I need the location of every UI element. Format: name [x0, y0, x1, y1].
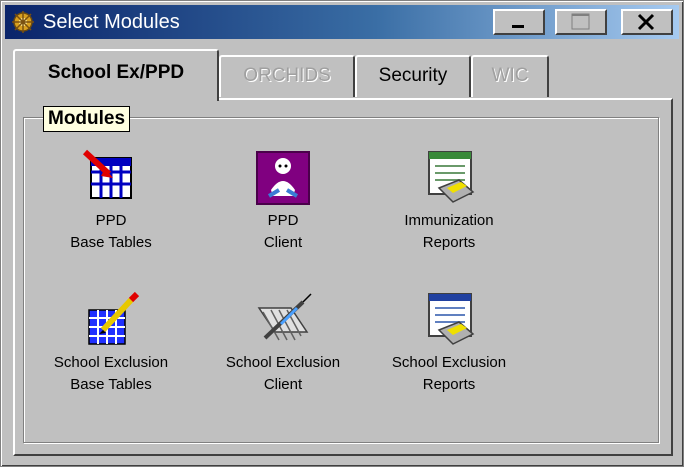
close-button[interactable] [621, 9, 673, 35]
module-immunization-reports[interactable]: Immunization Reports [374, 146, 524, 254]
tab-strip: School Ex/PPD ORCHIDS Security WIC [13, 49, 673, 101]
tab-label: ORCHIDS [243, 65, 331, 86]
maximize-icon [571, 13, 590, 30]
module-label-line2: Base Tables [70, 234, 152, 251]
module-label-line1: School Exclusion [391, 354, 507, 371]
tab-panel: Modules PPD Base Tables PPD Client Immun… [13, 98, 673, 456]
select-modules-window: Select Modules School Ex/PPD ORCHIDS Sec… [0, 0, 684, 467]
maximize-button[interactable] [555, 9, 607, 35]
module-label-line1: PPD [95, 212, 127, 229]
module-ppd-client[interactable]: PPD Client [208, 146, 358, 254]
title-bar[interactable]: Select Modules [5, 5, 679, 39]
module-school-exclusion-base-tables[interactable]: School Exclusion Base Tables [36, 288, 186, 396]
tab-label: Security [378, 65, 448, 86]
module-label-line2: Base Tables [70, 376, 152, 393]
tab-school-ex-ppd[interactable]: School Ex/PPD [13, 49, 219, 101]
minimize-button[interactable] [493, 9, 545, 35]
app-icon [12, 11, 34, 33]
module-label-line1: Immunization [404, 212, 494, 229]
report-printer-icon [428, 293, 475, 345]
module-label-line1: School Exclusion [225, 354, 341, 371]
table-edit-icon [82, 149, 132, 199]
modules-groupbox: PPD Base Tables PPD Client Immunization … [23, 117, 659, 443]
tab-security[interactable]: Security [355, 55, 471, 97]
module-label-line2: Reports [422, 234, 476, 251]
report-printer-icon [428, 151, 475, 203]
module-label-line2: Client [263, 234, 303, 251]
module-ppd-base-tables[interactable]: PPD Base Tables [36, 146, 186, 254]
tab-wic[interactable]: WIC [471, 55, 549, 97]
minimize-icon [512, 25, 524, 28]
grid-pencil-icon [88, 291, 140, 345]
tab-orchids[interactable]: ORCHIDS [219, 55, 355, 97]
close-icon [637, 13, 655, 31]
window-title: Select Modules [43, 11, 180, 33]
module-label-line2: Reports [422, 376, 476, 393]
modules-group-label: Modules [43, 106, 131, 132]
module-school-exclusion-reports[interactable]: School Exclusion Reports [374, 288, 524, 396]
module-label-line1: School Exclusion [53, 354, 169, 371]
syringe-client-icon [257, 293, 312, 341]
module-label-line1: PPD [267, 212, 299, 229]
tab-label: WIC [491, 65, 529, 86]
module-label-line2: Client [263, 376, 303, 393]
tab-label: School Ex/PPD [47, 62, 185, 83]
baby-client-icon [256, 151, 310, 205]
module-school-exclusion-client[interactable]: School Exclusion Client [208, 288, 358, 396]
